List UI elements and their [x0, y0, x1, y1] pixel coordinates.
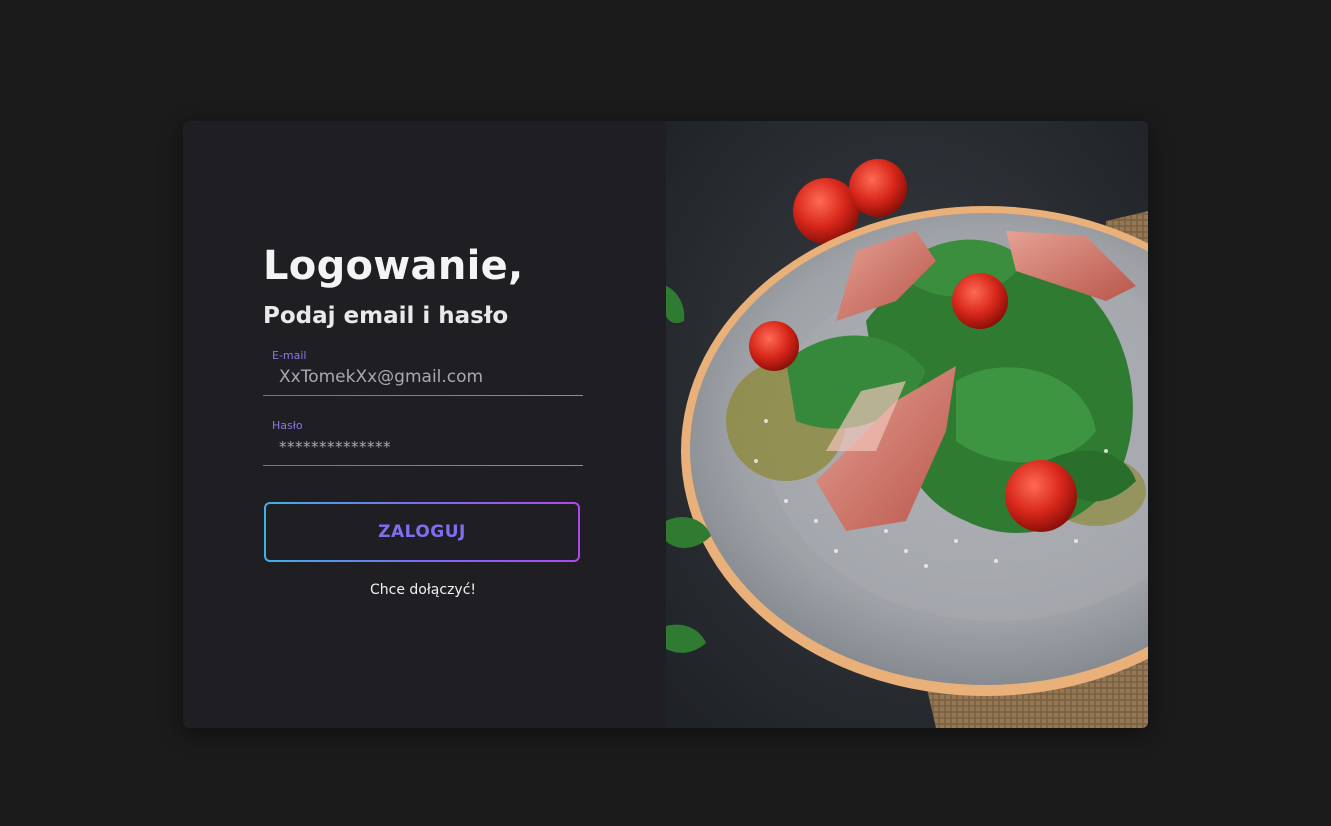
page-title: Logowanie, [263, 243, 524, 289]
email-underline [263, 395, 583, 396]
email-input[interactable]: XxTomekXx@gmail.com [279, 367, 579, 387]
password-label: Hasło [272, 419, 303, 432]
salad-plate-photo [666, 121, 1148, 728]
login-button-label: ZALOGUJ [266, 504, 578, 560]
tomato [749, 321, 799, 371]
email-label: E-mail [272, 349, 307, 362]
login-panel: Logowanie, Podaj email i hasło E-mail Xx… [183, 121, 666, 728]
tomato [849, 159, 907, 217]
tomato [952, 273, 1008, 329]
page-subtitle: Podaj email i hasło [263, 303, 509, 329]
password-field[interactable]: Hasło ************** [263, 419, 583, 467]
login-button[interactable]: ZALOGUJ [264, 502, 580, 562]
tomato [1005, 460, 1077, 532]
login-card: Logowanie, Podaj email i hasło E-mail Xx… [183, 121, 1148, 728]
password-input[interactable]: ************** [279, 438, 579, 456]
email-field[interactable]: E-mail XxTomekXx@gmail.com [263, 349, 583, 397]
join-link[interactable]: Chce dołączyć! [263, 582, 583, 598]
password-underline [263, 465, 583, 466]
